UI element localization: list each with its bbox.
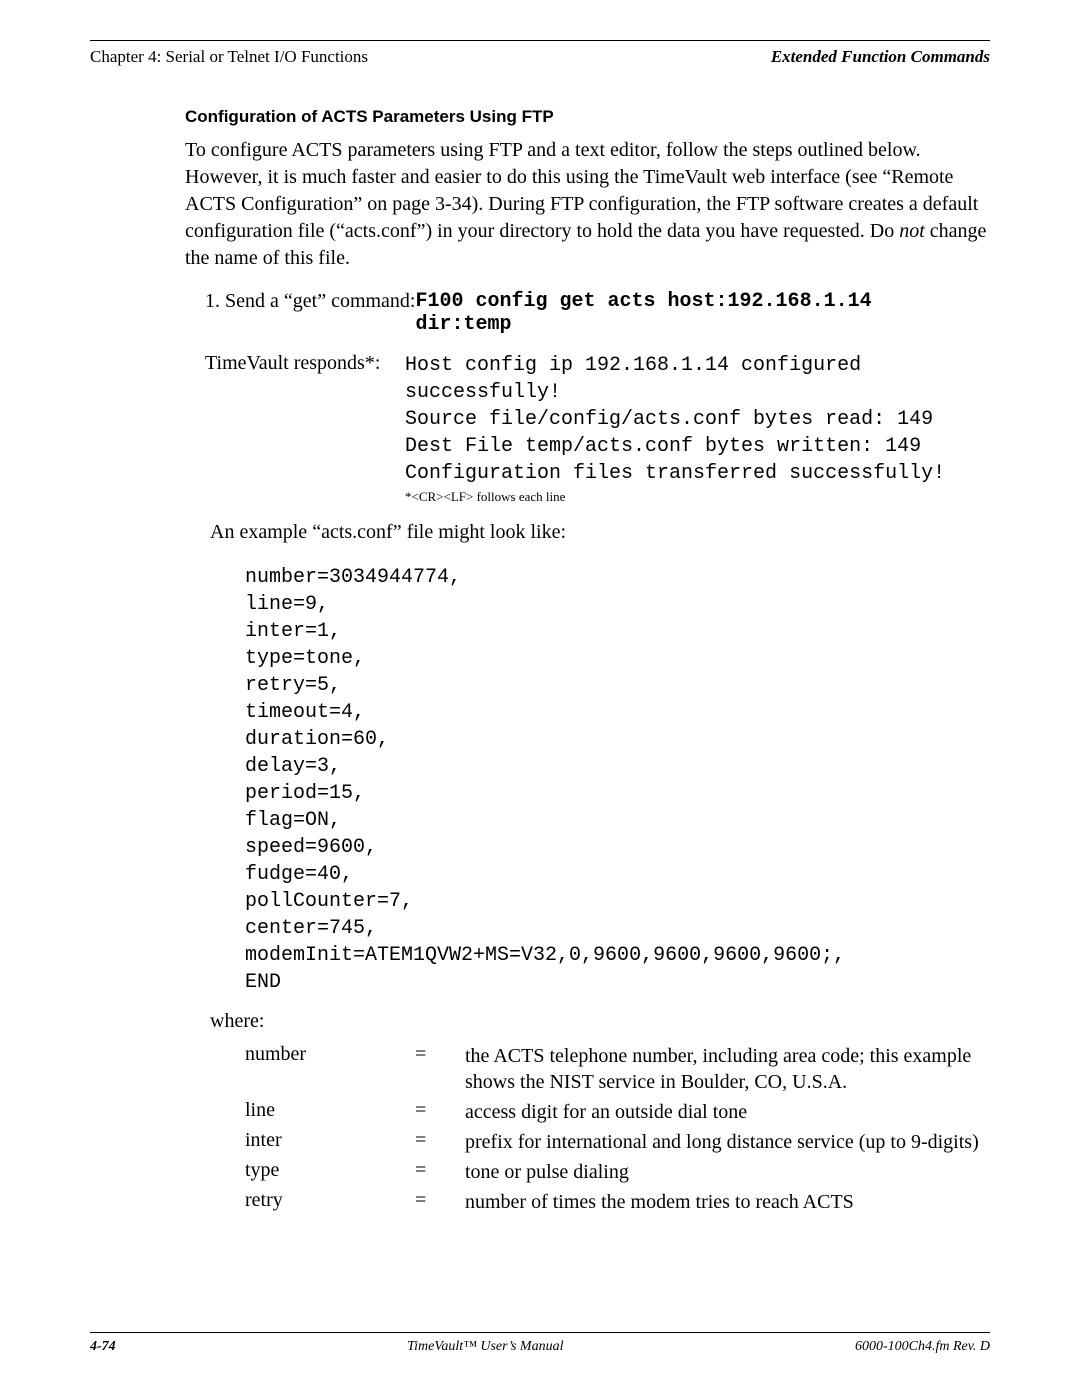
- intro-not: not: [899, 220, 925, 242]
- def-desc: tone or pulse dialing: [465, 1159, 990, 1185]
- intro-paragraph: To configure ACTS parameters using FTP a…: [185, 137, 990, 272]
- def-term: number: [245, 1043, 415, 1066]
- header-left: Chapter 4: Serial or Telnet I/O Function…: [90, 47, 368, 67]
- def-desc: prefix for international and long distan…: [465, 1129, 990, 1155]
- section-heading: Configuration of ACTS Parameters Using F…: [185, 107, 990, 127]
- header-rule: [90, 40, 990, 41]
- def-row: inter = prefix for international and lon…: [245, 1129, 990, 1155]
- step-1: 1. Send a “get” command: F100 config get…: [205, 290, 990, 336]
- response-footnote: *<CR><LF> follows each line: [405, 489, 945, 505]
- page-header: Chapter 4: Serial or Telnet I/O Function…: [90, 47, 990, 67]
- def-desc: number of times the modem tries to reach…: [465, 1189, 990, 1215]
- acts-conf-example: number=3034944774, line=9, inter=1, type…: [245, 564, 990, 996]
- def-desc: access digit for an outside dial tone: [465, 1099, 990, 1125]
- example-intro: An example “acts.conf” file might look l…: [210, 519, 990, 546]
- def-row: type = tone or pulse dialing: [245, 1159, 990, 1185]
- step-1-label: 1. Send a “get” command:: [205, 290, 416, 313]
- def-eq: =: [415, 1189, 465, 1212]
- def-term: inter: [245, 1129, 415, 1152]
- footer-doc-id: 6000-100Ch4.fm Rev. D: [855, 1339, 990, 1355]
- response-row: TimeVault responds*: Host config ip 192.…: [205, 352, 990, 505]
- def-term: line: [245, 1099, 415, 1122]
- def-row: line = access digit for an outside dial …: [245, 1099, 990, 1125]
- header-right: Extended Function Commands: [771, 47, 990, 67]
- footer-row: 4-74 TimeVault™ User’s Manual 6000-100Ch…: [90, 1339, 990, 1355]
- def-desc: the ACTS telephone number, including are…: [465, 1043, 990, 1095]
- def-eq: =: [415, 1129, 465, 1152]
- response-column: Host config ip 192.168.1.14 configured s…: [405, 352, 945, 505]
- response-output: Host config ip 192.168.1.14 configured s…: [405, 352, 945, 487]
- footer-rule: [90, 1332, 990, 1333]
- definitions-list: number = the ACTS telephone number, incl…: [245, 1043, 990, 1215]
- def-term: retry: [245, 1189, 415, 1212]
- def-row: number = the ACTS telephone number, incl…: [245, 1043, 990, 1095]
- where-label: where:: [210, 1010, 990, 1033]
- response-label: TimeVault responds*:: [205, 352, 405, 375]
- def-term: type: [245, 1159, 415, 1182]
- content-area: Configuration of ACTS Parameters Using F…: [185, 107, 990, 1215]
- def-row: retry = number of times the modem tries …: [245, 1189, 990, 1215]
- step-1-command: F100 config get acts host:192.168.1.14 d…: [416, 290, 872, 336]
- footer-page-number: 4-74: [90, 1339, 116, 1355]
- def-eq: =: [415, 1159, 465, 1182]
- intro-pre: To configure ACTS parameters using FTP a…: [185, 139, 978, 242]
- footer-manual-title: TimeVault™ User’s Manual: [407, 1339, 563, 1355]
- def-eq: =: [415, 1099, 465, 1122]
- def-eq: =: [415, 1043, 465, 1066]
- page-footer: 4-74 TimeVault™ User’s Manual 6000-100Ch…: [90, 1332, 990, 1355]
